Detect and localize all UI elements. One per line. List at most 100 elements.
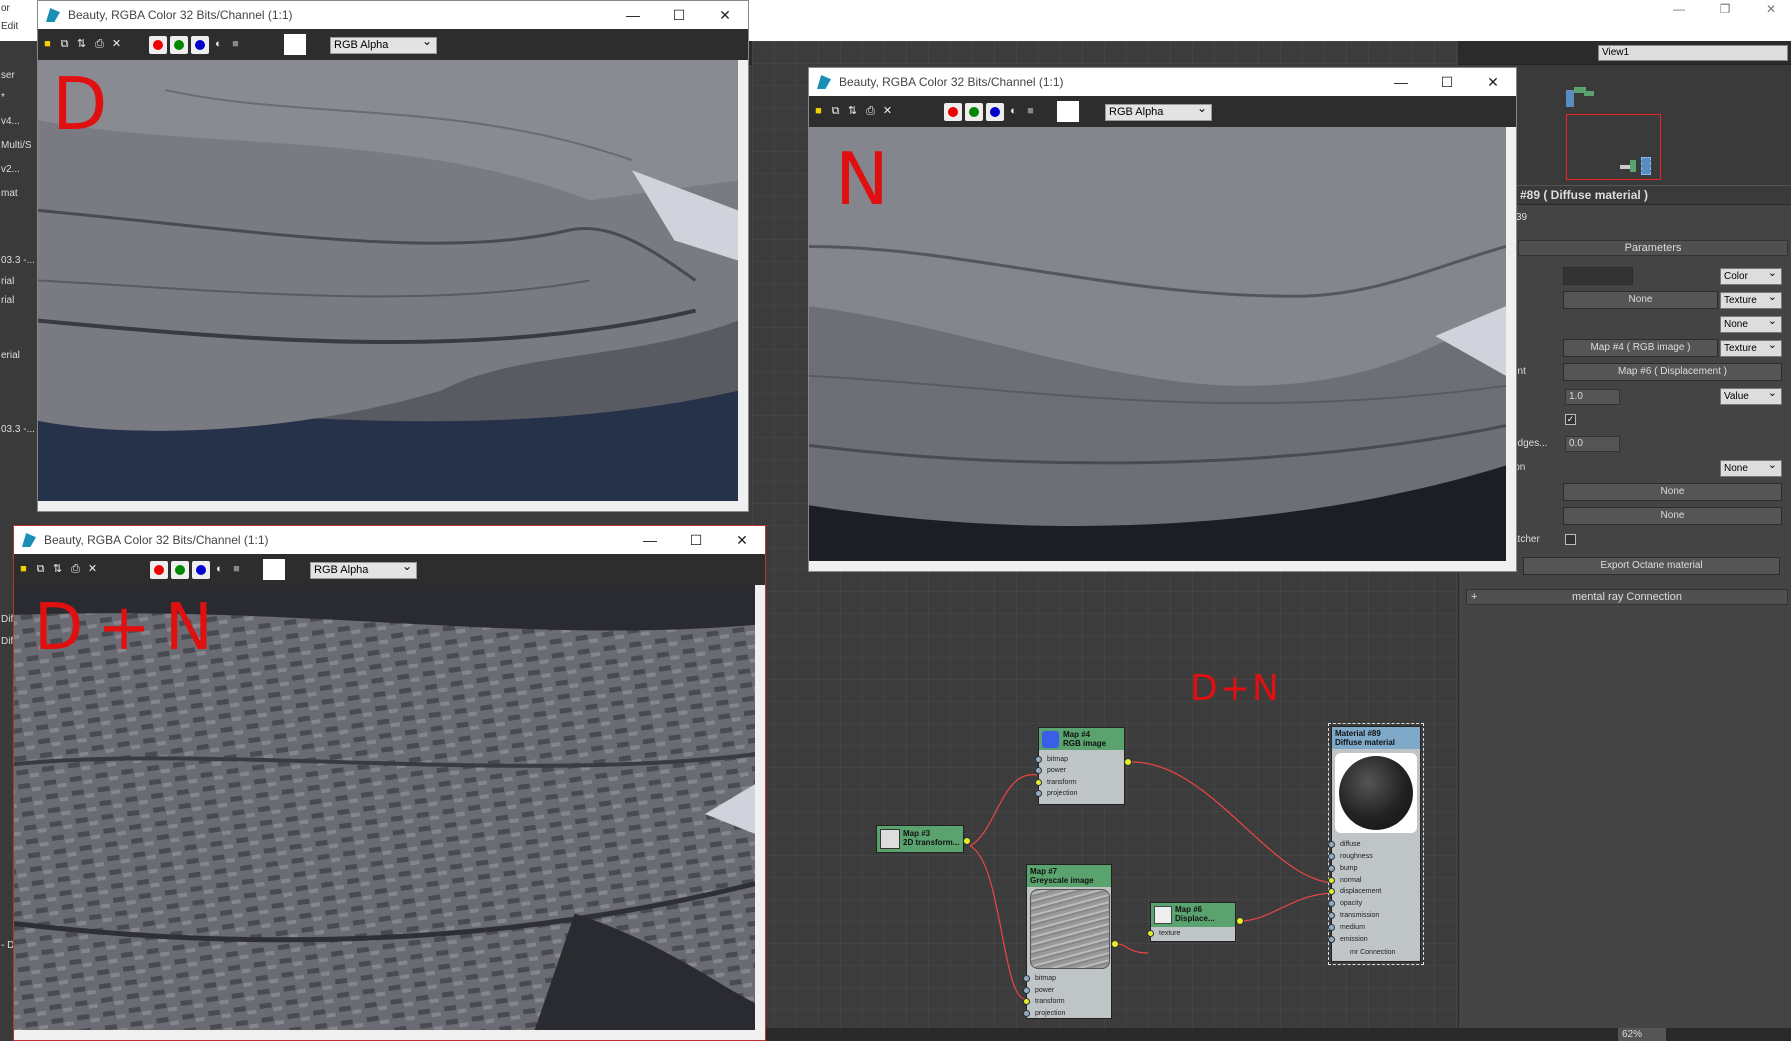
socket-power[interactable]	[1035, 767, 1042, 774]
socket-emission[interactable]	[1328, 936, 1335, 943]
edges-spinner[interactable]: 0.0	[1565, 436, 1620, 452]
socket-bump[interactable]	[1328, 865, 1335, 872]
alpha-icon[interactable]: ◐	[213, 563, 226, 576]
left-item[interactable]: rial	[0, 273, 37, 291]
vertical-scrollbar[interactable]	[738, 60, 748, 501]
alpha-icon[interactable]: ◐	[212, 38, 225, 51]
channel-dropdown[interactable]: RGB Alpha	[330, 34, 437, 54]
background-swatch[interactable]	[1057, 101, 1079, 122]
output-socket[interactable]	[1124, 758, 1132, 766]
value-spinner[interactable]: 1.0	[1565, 389, 1620, 405]
socket-roughness[interactable]	[1328, 853, 1335, 860]
horizontal-scrollbar[interactable]	[809, 561, 1516, 571]
clone-icon[interactable]: ⇅	[75, 38, 88, 51]
dropdown-texture[interactable]: Texture	[1720, 290, 1782, 309]
channel-dropdown[interactable]: RGB Alpha	[310, 559, 417, 579]
socket-projection[interactable]	[1035, 790, 1042, 797]
socket-projection[interactable]	[1023, 1010, 1030, 1017]
export-octane-button[interactable]: Export Octane material	[1523, 557, 1780, 575]
restore-icon[interactable]: ❐	[1702, 0, 1748, 20]
node-material89[interactable]: Material #89 Diffuse material diffuse ro…	[1328, 723, 1424, 965]
minimize-icon[interactable]: —	[1656, 0, 1702, 20]
print-icon[interactable]: ⎙	[69, 563, 82, 576]
socket-texture[interactable]	[1147, 930, 1154, 937]
blue-channel-icon[interactable]	[191, 36, 209, 54]
node-map4[interactable]: Map #4 RGB image bitmap power transform …	[1035, 727, 1125, 805]
left-item[interactable]: v2...	[0, 161, 37, 179]
clone-icon[interactable]: ⇅	[51, 563, 64, 576]
horizontal-scrollbar[interactable]	[38, 501, 748, 511]
render-view[interactable]: D	[38, 60, 738, 501]
clear-icon[interactable]: ✕	[110, 38, 123, 51]
output-socket[interactable]	[1236, 917, 1244, 925]
node-header[interactable]: Map #7 Greyscale image	[1027, 865, 1111, 887]
dropdown-value[interactable]: Value	[1720, 386, 1782, 405]
mental-ray-rollout[interactable]: + mental ray Connection	[1466, 589, 1788, 605]
node-map7[interactable]: Map #7 Greyscale image bitmap power tran…	[1023, 864, 1112, 1019]
checkbox-checked[interactable]: ✓	[1565, 414, 1576, 425]
expand-icon[interactable]: +	[1471, 590, 1477, 604]
red-channel-icon[interactable]	[149, 36, 167, 54]
channel-dropdown[interactable]: RGB Alpha	[1105, 101, 1212, 121]
output-socket[interactable]	[1111, 940, 1119, 948]
dropdown-none[interactable]: None	[1720, 314, 1782, 333]
mono-icon[interactable]: ■	[1024, 105, 1037, 118]
blue-channel-icon[interactable]	[986, 103, 1004, 121]
clear-icon[interactable]: ✕	[881, 105, 894, 118]
socket-displacement[interactable]	[1328, 888, 1335, 895]
socket-normal[interactable]	[1328, 877, 1335, 884]
map4-button[interactable]: Map #4 ( RGB image )	[1563, 339, 1718, 357]
background-swatch[interactable]	[284, 34, 306, 55]
vertical-scrollbar[interactable]	[1506, 127, 1516, 561]
node-header[interactable]: Map #4 RGB image	[1039, 728, 1124, 750]
green-channel-icon[interactable]	[171, 561, 189, 579]
socket-transform[interactable]	[1035, 779, 1042, 786]
socket-medium[interactable]	[1328, 924, 1335, 931]
save-icon[interactable]: ■	[17, 563, 30, 576]
node-header[interactable]: Material #89 Diffuse material	[1332, 727, 1420, 749]
clone-icon[interactable]: ⇅	[846, 105, 859, 118]
dropdown-ion[interactable]: None	[1720, 458, 1782, 477]
blue-channel-icon[interactable]	[192, 561, 210, 579]
green-channel-icon[interactable]	[965, 103, 983, 121]
print-icon[interactable]: ⎙	[93, 38, 106, 51]
node-map6[interactable]: Map #6 Displace... texture	[1147, 902, 1236, 942]
none-button-3[interactable]: None	[1563, 507, 1782, 525]
left-item[interactable]: 03.3 -...	[0, 252, 37, 270]
close-icon[interactable]: ✕	[719, 526, 765, 554]
node-header[interactable]: Map #6 Displace...	[1151, 903, 1235, 927]
node-map3[interactable]: Map #3 2D transform...	[876, 825, 964, 853]
render-view[interactable]: N	[809, 127, 1506, 561]
vertical-scrollbar[interactable]	[755, 585, 765, 1030]
socket-diffuse[interactable]	[1328, 841, 1335, 848]
green-channel-icon[interactable]	[170, 36, 188, 54]
zoom-level[interactable]: 62%	[1618, 1028, 1666, 1041]
close-icon[interactable]: ✕	[1470, 68, 1516, 96]
checkbox[interactable]	[1565, 534, 1576, 545]
close-icon[interactable]: ✕	[1748, 0, 1791, 20]
color-swatch[interactable]	[1563, 267, 1633, 285]
save-icon[interactable]: ■	[812, 105, 825, 118]
maximize-icon[interactable]: ☐	[673, 526, 719, 554]
mono-icon[interactable]: ■	[229, 38, 242, 51]
left-item[interactable]: 03.3 -...	[0, 421, 37, 439]
close-icon[interactable]: ✕	[702, 1, 748, 29]
output-socket[interactable]	[963, 837, 971, 845]
copy-icon[interactable]: ⧉	[829, 105, 842, 118]
dropdown-color[interactable]: Color	[1720, 266, 1782, 285]
socket-transmission[interactable]	[1328, 912, 1335, 919]
print-icon[interactable]: ⎙	[864, 105, 877, 118]
copy-icon[interactable]: ⧉	[58, 38, 71, 51]
socket-transform[interactable]	[1023, 998, 1030, 1005]
render-window-dn[interactable]: Beauty, RGBA Color 32 Bits/Channel (1:1)…	[13, 525, 766, 1041]
map6-button[interactable]: Map #6 ( Displacement )	[1563, 363, 1782, 381]
view-selector[interactable]: View1	[1598, 45, 1788, 61]
minimize-icon[interactable]: —	[627, 526, 673, 554]
socket-opacity[interactable]	[1328, 900, 1335, 907]
left-item[interactable]: Multi/S	[0, 137, 37, 155]
save-icon[interactable]: ■	[41, 38, 54, 51]
left-item[interactable]: ser	[0, 67, 37, 85]
none-button-2[interactable]: None	[1563, 483, 1782, 501]
minimize-icon[interactable]: —	[1378, 68, 1424, 96]
left-item[interactable]: mat	[0, 185, 37, 203]
